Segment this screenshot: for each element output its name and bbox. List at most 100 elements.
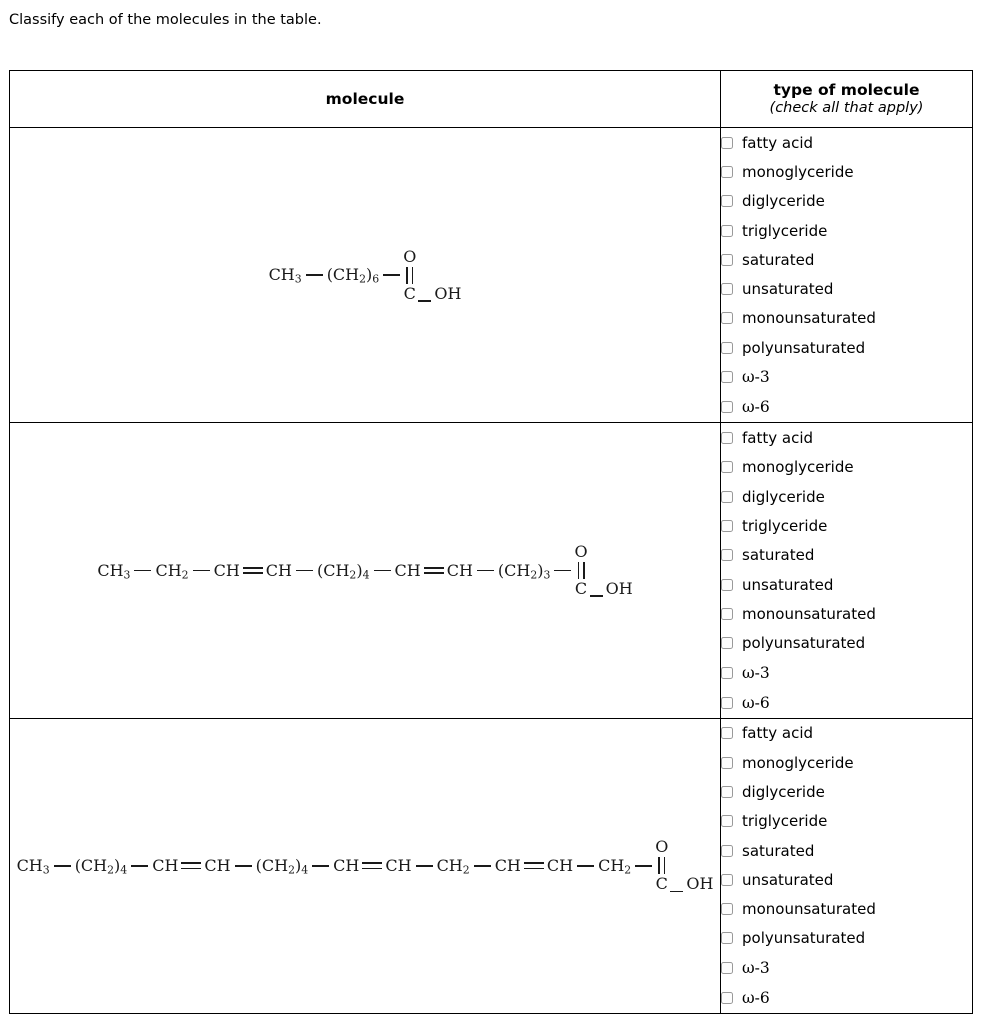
molecule-structure: CH3 (CH2)6 O C OH <box>268 248 463 302</box>
checkbox-icon[interactable] <box>721 756 733 769</box>
single-bond <box>295 569 313 572</box>
checkbox-icon[interactable] <box>721 873 733 886</box>
checkbox-icon[interactable] <box>721 401 733 414</box>
checkbox-label: monounsaturated <box>742 900 876 919</box>
checkbox-option[interactable]: fatty acid <box>721 719 972 748</box>
checkbox-label: monoglyceride <box>742 458 854 477</box>
checkbox-icon[interactable] <box>721 519 733 532</box>
checkbox-icon[interactable] <box>721 962 733 975</box>
single-bond <box>234 865 252 867</box>
checkbox-icon[interactable] <box>721 341 733 354</box>
checkbox-icon[interactable] <box>721 727 733 740</box>
checkbox-option[interactable]: ω-6 <box>721 688 972 718</box>
checkbox-option[interactable]: polyunsaturated <box>721 924 972 953</box>
checkbox-label: triglyceride <box>742 221 828 240</box>
checkbox-icon[interactable] <box>721 371 733 384</box>
checkbox-icon[interactable] <box>721 195 733 208</box>
checkbox-icon[interactable] <box>721 136 733 149</box>
atom-group: CH2 <box>436 855 470 877</box>
type-options-cell: fatty acid monoglyceride diglyceride trigly… <box>720 126 973 424</box>
table-header-row: molecule type of molecule (check all tha… <box>9 70 973 128</box>
checkbox-option[interactable]: fatty acid <box>721 128 972 157</box>
checkbox-label: monoglyceride <box>742 753 854 772</box>
checkbox-icon[interactable] <box>721 432 733 445</box>
checkbox-option[interactable]: triglyceride <box>721 807 972 836</box>
checkbox-option[interactable]: ω-6 <box>721 392 972 422</box>
checkbox-icon[interactable] <box>721 903 733 916</box>
atom-group: CH <box>152 855 179 875</box>
checkbox-option[interactable]: ω-3 <box>721 953 972 983</box>
checkbox-option[interactable]: unsaturated <box>721 274 972 303</box>
checkbox-icon[interactable] <box>721 696 733 709</box>
checkbox-label: polyunsaturated <box>742 929 866 948</box>
checkbox-option[interactable]: polyunsaturated <box>721 628 972 657</box>
checkbox-option[interactable]: saturated <box>721 836 972 865</box>
checkbox-option[interactable]: diglyceride <box>721 482 972 511</box>
checkbox-icon[interactable] <box>721 253 733 266</box>
checkbox-label: fatty acid <box>742 429 814 448</box>
single-bond <box>383 274 401 276</box>
checkbox-option[interactable]: monoglyceride <box>721 157 972 186</box>
molecule-cell: CH3 (CH2)6 O C OH <box>9 126 721 424</box>
checkbox-option[interactable]: unsaturated <box>721 865 972 894</box>
checkbox-option[interactable]: triglyceride <box>721 216 972 245</box>
column-header-molecule: molecule <box>9 70 721 128</box>
atom-group: CH3 <box>97 560 131 582</box>
checkbox-icon[interactable] <box>721 578 733 591</box>
checkbox-option[interactable]: monounsaturated <box>721 304 972 333</box>
checkbox-icon[interactable] <box>721 165 733 178</box>
checkbox-option[interactable]: monounsaturated <box>721 599 972 628</box>
double-bond <box>181 862 202 870</box>
column-header-type-subtitle: (check all that apply) <box>769 99 924 116</box>
single-bond <box>373 569 391 572</box>
checkbox-option[interactable]: ω-3 <box>721 362 972 392</box>
checkbox-option[interactable]: monounsaturated <box>721 895 972 924</box>
checkbox-option[interactable]: monoglyceride <box>721 453 972 482</box>
single-bond <box>418 300 432 302</box>
checkbox-icon[interactable] <box>721 490 733 503</box>
atom-group: CH3 <box>16 855 50 877</box>
checkbox-option[interactable]: polyunsaturated <box>721 333 972 362</box>
checkbox-option[interactable]: ω-6 <box>721 983 972 1013</box>
checkbox-icon[interactable] <box>721 637 733 650</box>
checkbox-icon[interactable] <box>721 932 733 945</box>
checkbox-option[interactable]: diglyceride <box>721 187 972 216</box>
checkbox-icon[interactable] <box>721 992 733 1005</box>
table-row: CH3 (CH2)4 CH CH (CH2)4 CH CH CH2 CH CH CH2 O C OH fat… <box>9 717 973 1015</box>
carboxyl-group: O C OH <box>574 544 633 599</box>
checkbox-option[interactable]: diglyceride <box>721 777 972 806</box>
checkbox-label: diglyceride <box>742 192 825 211</box>
checkbox-option[interactable]: saturated <box>721 245 972 274</box>
checkbox-icon[interactable] <box>721 815 733 828</box>
carbonyl-double-bond <box>406 266 414 284</box>
checkbox-label: ω-6 <box>742 989 770 1008</box>
molecule-cell: CH3 (CH2)4 CH CH (CH2)4 CH CH CH2 CH CH CH2 O C OH <box>9 717 721 1015</box>
checkbox-icon[interactable] <box>721 549 733 562</box>
table-body: CH3 (CH2)6 O C OH fatty acid monoglyceride digl… <box>9 126 973 1015</box>
checkbox-option[interactable]: unsaturated <box>721 570 972 599</box>
checkbox-icon[interactable] <box>721 844 733 857</box>
checkbox-option[interactable]: monoglyceride <box>721 748 972 777</box>
checkbox-icon[interactable] <box>721 224 733 237</box>
checkbox-label: unsaturated <box>742 870 834 889</box>
checkbox-label: ω-6 <box>742 693 770 712</box>
checkbox-icon[interactable] <box>721 785 733 798</box>
atom-group: (CH2)4 <box>255 855 309 877</box>
checkbox-option[interactable]: ω-3 <box>721 658 972 688</box>
checkbox-option[interactable]: triglyceride <box>721 511 972 540</box>
checkbox-icon[interactable] <box>721 607 733 620</box>
checkbox-icon[interactable] <box>721 666 733 679</box>
checkbox-icon[interactable] <box>721 283 733 296</box>
checkbox-icon[interactable] <box>721 312 733 325</box>
double-bond <box>362 862 383 870</box>
carbonyl-double-bond <box>577 562 585 580</box>
double-bond <box>523 862 544 870</box>
checkbox-option[interactable]: fatty acid <box>721 423 972 452</box>
checkbox-icon[interactable] <box>721 461 733 474</box>
page-title: Classify each of the molecules in the ta… <box>9 12 322 28</box>
checkbox-option[interactable]: saturated <box>721 541 972 570</box>
checkbox-label: ω-3 <box>742 959 770 978</box>
checkbox-label: monounsaturated <box>742 309 876 328</box>
hydroxyl-group: OH <box>605 579 633 599</box>
checkbox-label: monoglyceride <box>742 162 854 181</box>
